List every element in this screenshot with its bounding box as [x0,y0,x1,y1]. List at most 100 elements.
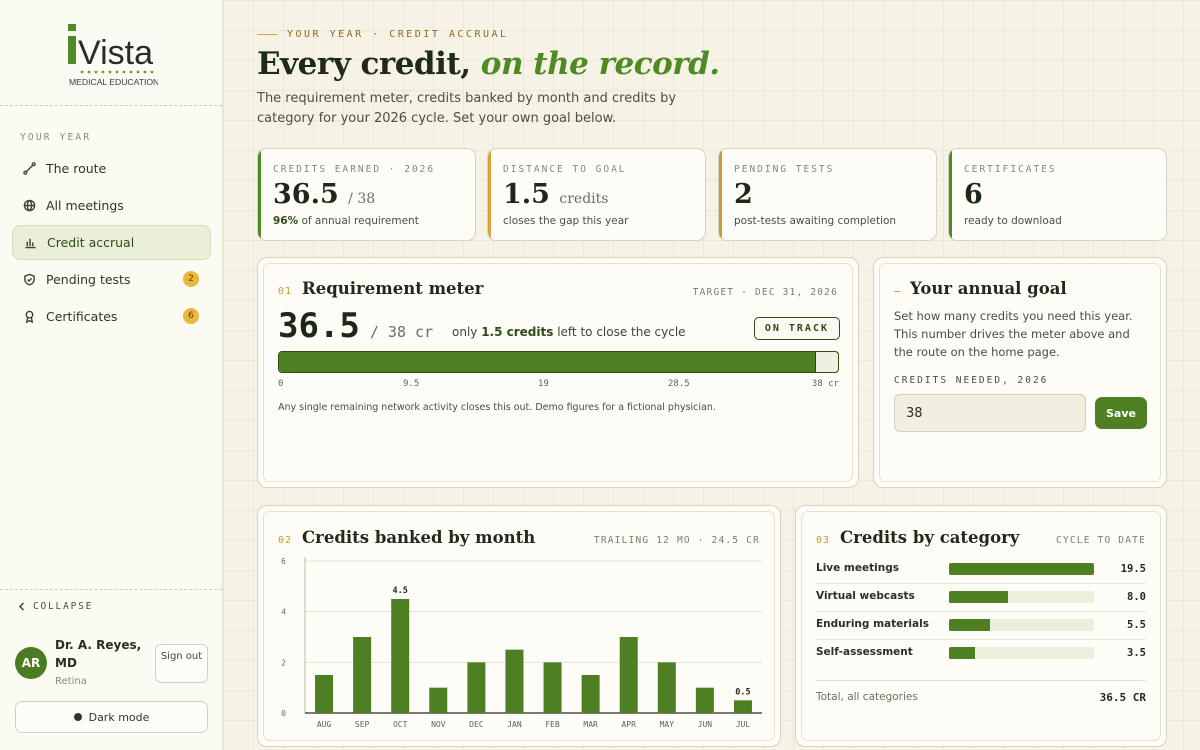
x-tick-label: APR [621,720,636,729]
bar-oct [391,599,410,713]
collapse-button[interactable]: COLLAPSE [18,601,93,612]
divider [0,105,222,106]
x-tick-label: JUL [736,720,751,729]
save-button[interactable]: Save [1095,397,1147,429]
sidebar-item-meetings[interactable]: All meetings [12,188,211,223]
award-icon [22,310,36,324]
stat-label: CERTIFICATES [964,164,1057,175]
sidebar-item-label: Credit accrual [47,235,135,250]
sidebar-section-label: YOUR YEAR [20,132,92,143]
x-tick-label: OCT [393,720,408,729]
stat-label: CREDITS EARNED · 2026 [273,164,436,175]
card-title: 02 Credits banked by month [278,528,535,547]
stat-sub-text: of annual requirement [298,215,419,227]
category-label: Live meetings [816,562,899,574]
card-title-text: Credits by category [840,528,1020,547]
title-dash [894,291,900,292]
progress-fill [279,352,816,372]
category-label: Enduring materials [816,618,929,630]
sidebar-item-certificates[interactable]: Certificates 6 [12,299,211,334]
tick-label: 0 [278,379,284,389]
monthly-credits-card: 02 Credits banked by month TRAILING 12 M… [257,505,781,747]
meter-value: 36.5 / 38 cr [278,306,433,346]
stat-sub: 96% of annual requirement [273,215,419,227]
category-row: Enduring materials 5.5 [816,612,1146,640]
category-value: 19.5 [1120,563,1146,575]
title-main: Every credit, [257,46,471,82]
logo-subtext: MEDICAL EDUCATION [69,77,158,87]
stat-unit: / 38 [348,191,376,207]
sign-out-button[interactable]: Sign out [155,644,208,683]
sidebar-item-label: Certificates [46,309,118,324]
x-tick-label: MAY [660,720,675,729]
sidebar-item-route[interactable]: The route [12,151,211,186]
x-tick-label: AUG [317,720,332,729]
y-tick-label: 4 [281,608,286,617]
data-label: 4.5 [393,586,408,596]
meter-number: 36.5 [278,306,360,346]
vista-logo[interactable]: Vista MEDICAL EDUCATION [66,22,158,90]
card-title-text: Credits banked by month [302,528,536,547]
credits-needed-input[interactable] [894,394,1086,432]
card-title-text: Your annual goal [910,279,1067,298]
stat-sub-bold: 96% [273,215,299,227]
stat-card-certificates: CERTIFICATES 6 ready to download [948,148,1167,241]
card-number: 01 [278,286,293,297]
meter-note: only 1.5 credits left to close the cycle [452,325,686,339]
meter-ticks: 0 9.5 19 28.5 38 cr [278,379,839,391]
category-label: Self-assessment [816,646,913,658]
requirement-meter-card: 01 Requirement meter TARGET · DEC 31, 20… [257,257,859,488]
avatar: AR [15,647,47,679]
route-icon [22,162,36,176]
page-description: The requirement meter, credits banked by… [257,91,677,126]
progress-bar [278,351,839,373]
category-bar-fill [949,647,976,659]
stat-number: 36.5 [273,179,339,210]
user-specialty: Retina [55,676,87,687]
x-tick-label: FEB [545,720,560,729]
sidebar-item-pending-tests[interactable]: Pending tests 2 [12,262,211,297]
card-title: 01 Requirement meter [278,279,483,298]
user-name: Dr. A. Reyes, MD [55,638,142,670]
card-title: Your annual goal [894,279,1067,298]
category-value: 5.5 [1127,619,1146,631]
chart-meta: TRAILING 12 MO · 24.5 CR [593,535,760,546]
x-tick-label: MAR [583,720,598,729]
sidebar-item-label: All meetings [46,198,124,213]
category-bar-fill [949,591,1009,603]
bar-may [657,662,676,713]
sidebar-item-label: The route [46,161,107,176]
y-tick-label: 0 [281,709,286,718]
stat-sub: post-tests awaiting completion [734,215,897,227]
stat-sub: closes the gap this year [503,215,629,227]
sidebar-item-credit-accrual[interactable]: Credit accrual [12,225,211,260]
x-tick-label: NOV [431,720,446,729]
tick-label: 19 [538,379,549,389]
bar-jan [505,649,524,713]
x-tick-label: JAN [507,720,522,729]
bar-apr [619,637,638,713]
bar-feb [543,662,562,713]
stat-value: 36.5 / 38 [273,179,375,210]
dark-mode-label: Dark mode [88,710,150,724]
collapse-label: COLLAPSE [33,601,94,612]
dark-mode-toggle[interactable]: Dark mode [15,701,208,733]
main-content: YOUR YEAR · CREDIT ACCRUAL Every credit,… [223,0,1200,750]
credits-by-category-card: 03 Credits by category CYCLE TO DATE Liv… [795,505,1167,747]
tick-label: 38 cr [811,379,839,389]
globe-icon [22,199,36,213]
count-badge: 6 [183,308,199,324]
meter-footnote: Any single remaining network activity cl… [278,402,716,413]
shield-check-icon [22,273,36,287]
y-tick-label: 2 [281,658,286,667]
x-tick-label: JUN [698,720,713,729]
divider [0,589,222,590]
stat-value: 2 [734,179,753,210]
y-tick-label: 6 [281,557,286,566]
status-badge: ON TRACK [753,317,840,340]
bar-dec [467,662,486,713]
category-row: Virtual webcasts 8.0 [816,584,1146,612]
sidebar-item-label: Pending tests [46,272,131,287]
bar-jul [733,700,752,713]
card-number: 02 [278,535,293,546]
